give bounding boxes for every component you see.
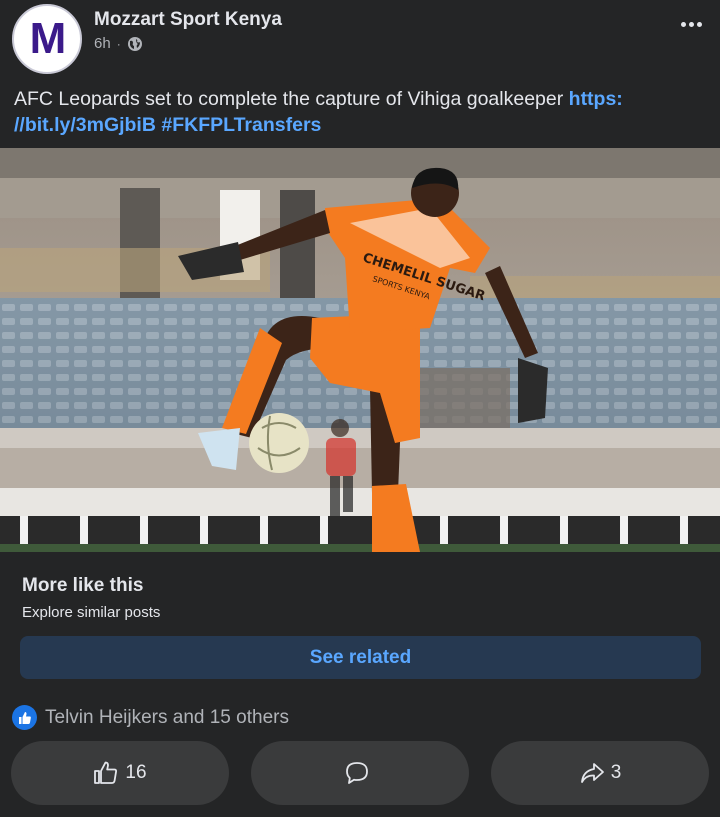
post-time[interactable]: 6h bbox=[94, 35, 111, 52]
post-caption: AFC Leopards set to complete the capture… bbox=[14, 86, 694, 138]
post-photo[interactable]: CHEMELIL SUGAR SPORTS KENYA bbox=[0, 148, 720, 552]
post-actions-bar: 16 3 bbox=[0, 741, 720, 805]
like-badge-icon bbox=[12, 705, 37, 730]
avatar-logo-letter: M bbox=[29, 14, 67, 63]
explore-similar-subtitle: Explore similar posts bbox=[22, 604, 161, 621]
more-options-icon[interactable] bbox=[676, 12, 706, 36]
meta-separator: · bbox=[116, 36, 121, 51]
goalkeeper-photo: CHEMELIL SUGAR SPORTS KENYA bbox=[0, 148, 720, 552]
like-button[interactable]: 16 bbox=[11, 741, 229, 805]
comment-icon bbox=[346, 762, 368, 784]
page-name[interactable]: Mozzart Sport Kenya bbox=[94, 9, 282, 31]
like-count: 16 bbox=[125, 762, 147, 783]
share-icon bbox=[580, 763, 604, 783]
post-caption-text: AFC Leopards set to complete the capture… bbox=[14, 88, 569, 110]
reaction-names: Telvin Heijkers and 15 others bbox=[45, 706, 289, 728]
thumbs-up-icon bbox=[94, 761, 118, 784]
share-count: 3 bbox=[610, 762, 622, 783]
reactions-summary[interactable]: Telvin Heijkers and 15 others bbox=[12, 705, 289, 730]
more-like-this-title: More like this bbox=[22, 575, 144, 596]
page-avatar[interactable]: M bbox=[12, 4, 82, 74]
post-header: M Mozzart Sport Kenya 6h · bbox=[0, 0, 720, 80]
comment-button[interactable] bbox=[251, 741, 469, 805]
share-button[interactable]: 3 bbox=[491, 741, 709, 805]
see-related-button[interactable]: See related bbox=[20, 636, 701, 679]
post-hashtag[interactable]: #FKFPLTransfers bbox=[161, 114, 321, 136]
post-meta: 6h · bbox=[94, 35, 143, 52]
globe-icon bbox=[127, 36, 142, 51]
